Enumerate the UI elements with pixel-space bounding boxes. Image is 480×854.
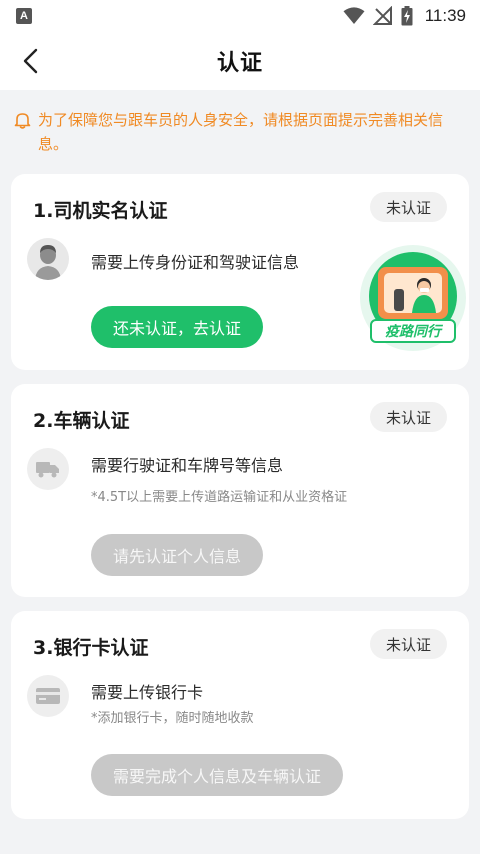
go-verify-button[interactable]: 还未认证，去认证: [91, 306, 264, 348]
notice-text: 为了保障您与跟车员的人身安全，请根据页面提示完善相关信息。: [38, 111, 444, 153]
card-note: *添加银行卡，随时随地收款: [91, 711, 254, 726]
no-signal-icon: [372, 6, 392, 25]
header: 认证: [0, 32, 480, 90]
epidemic-pass-illustration: 疫路同行: [358, 243, 468, 353]
page-title: 认证: [216, 51, 263, 76]
vehicle-card: 2.车辆认证 未认证 需要行驶证和车牌号等信息 *4.5T以上需要上传道路运输证…: [11, 384, 469, 597]
card-title: 1.司机实名认证: [33, 200, 168, 222]
card-title: 3.银行卡认证: [33, 637, 149, 659]
wifi-icon: [343, 7, 365, 24]
status-bar: A 11:39: [0, 0, 480, 32]
status-badge: 未认证: [369, 402, 447, 432]
bank-card-card: 3.银行卡认证 未认证 需要上传银行卡 *添加银行卡，随时随地收款 需要完成个人…: [11, 611, 469, 819]
card-title: 2.车辆认证: [33, 410, 130, 432]
card-description: 需要上传银行卡: [91, 683, 204, 702]
bank-card-icon: [36, 688, 60, 704]
vehicle-icon-circle: [27, 448, 69, 490]
status-badge: 未认证: [369, 192, 447, 222]
safety-notice: 为了保障您与跟车员的人身安全，请根据页面提示完善相关信息。: [0, 90, 480, 156]
back-button[interactable]: [14, 44, 48, 78]
app-notification-icon: A: [16, 8, 32, 24]
clock: 11:39: [424, 6, 466, 25]
back-arrow-icon: [23, 48, 38, 74]
card-description: 需要行驶证和车牌号等信息: [91, 456, 284, 475]
complete-prior-steps-button[interactable]: 需要完成个人信息及车辆认证: [91, 754, 344, 796]
bank-card-icon-circle: [27, 675, 69, 717]
verify-personal-first-button[interactable]: 请先认证个人信息: [91, 534, 264, 576]
avatar-icon: [27, 238, 69, 280]
card-description: 需要上传身份证和驾驶证信息: [91, 253, 300, 272]
avatar: [27, 238, 69, 280]
status-badge: 未认证: [369, 629, 447, 659]
battery-charging-icon: [401, 6, 413, 26]
bottom-spacer: [0, 838, 480, 854]
illustration-label: 疫路同行: [370, 319, 456, 343]
card-note: *4.5T以上需要上传道路运输证和从业资格证: [91, 490, 348, 505]
bell-icon: [14, 113, 31, 129]
truck-icon: [36, 462, 59, 478]
